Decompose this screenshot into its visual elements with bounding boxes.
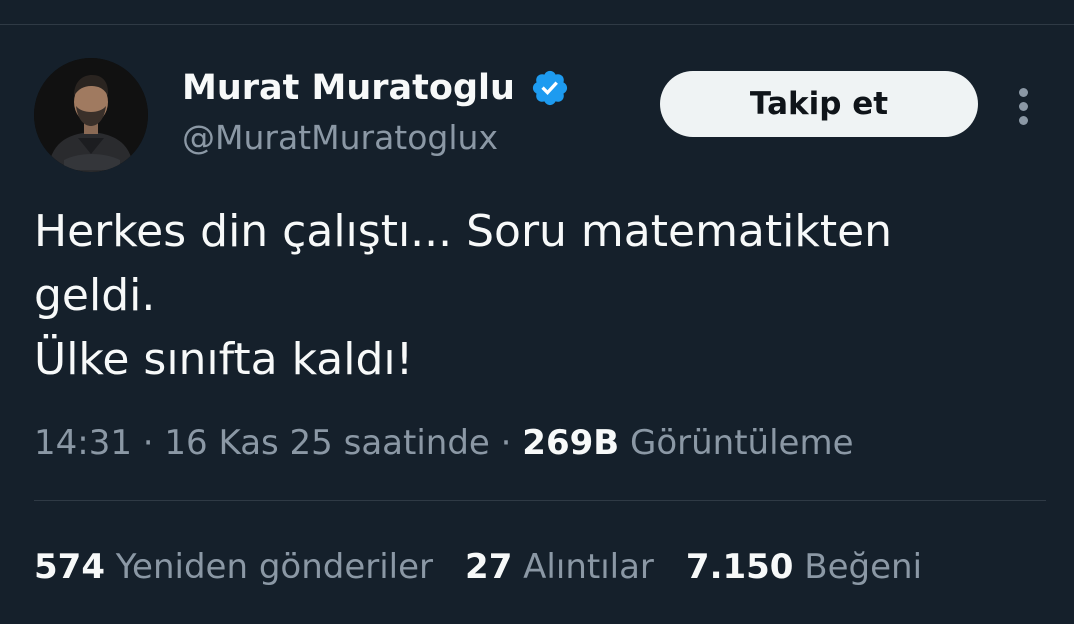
likes-count: 7.150	[685, 547, 794, 587]
avatar[interactable]	[34, 58, 148, 172]
user-handle[interactable]: @MuratMuratoglux	[182, 116, 498, 160]
engagement-stats: 574 Yeniden gönderiler 27 Alıntılar 7.15…	[34, 542, 922, 592]
follow-button[interactable]: Takip et	[660, 71, 978, 137]
likes-stat[interactable]: 7.150 Beğeni	[686, 542, 922, 592]
meta-separator: ·	[500, 423, 512, 463]
likes-label: Beğeni	[804, 547, 923, 587]
reposts-stat[interactable]: 574 Yeniden gönderiler	[34, 542, 433, 592]
reposts-label: Yeniden gönderiler	[115, 547, 434, 587]
quotes-label: Alıntılar	[523, 547, 654, 587]
reposts-count: 574	[34, 547, 105, 587]
more-dot	[1019, 102, 1028, 111]
views-count: 269B	[522, 423, 620, 463]
quotes-count: 27	[465, 547, 513, 587]
tweet-time[interactable]: 14:31	[34, 423, 132, 463]
tweet-meta: 14:31 · 16 Kas 25 saatinde · 269B Görünt…	[34, 418, 854, 468]
top-divider	[0, 24, 1074, 25]
display-name[interactable]: Murat Muratoglu	[182, 66, 515, 110]
stats-divider	[34, 500, 1046, 501]
avatar-image	[34, 58, 148, 172]
tweet-line: Ülke sınıfta kaldı!	[34, 334, 414, 385]
more-dot	[1019, 88, 1028, 97]
quotes-stat[interactable]: 27 Alıntılar	[465, 542, 654, 592]
tweet-line: geldi.	[34, 270, 156, 321]
views-label: Görüntüleme	[629, 423, 854, 463]
more-options-icon[interactable]	[1010, 84, 1038, 128]
tweet-text: Herkes din çalıştı... Soru matematikten …	[34, 200, 1044, 392]
meta-separator: ·	[142, 423, 154, 463]
more-dot	[1019, 116, 1028, 125]
tweet-line: Herkes din çalıştı... Soru matematikten	[34, 206, 893, 257]
tweet-date[interactable]: 16 Kas 25 saatinde	[164, 423, 489, 463]
verified-badge-icon	[532, 70, 568, 106]
